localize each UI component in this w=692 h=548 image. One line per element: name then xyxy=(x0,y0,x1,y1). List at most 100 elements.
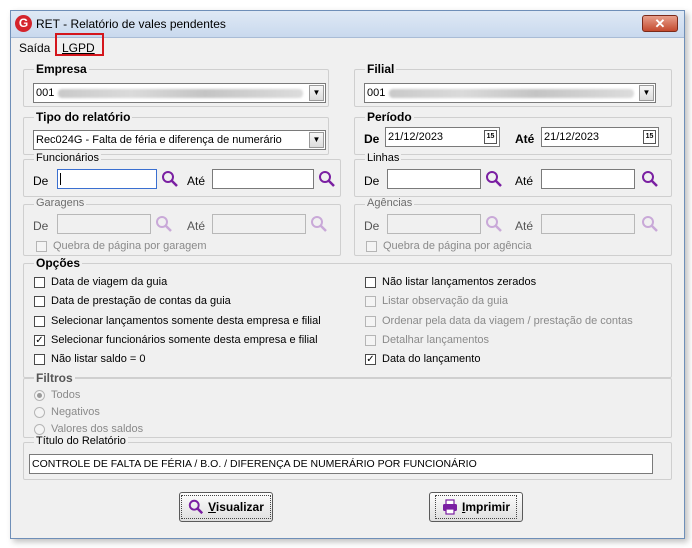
filtro-negativos-label: Negativos xyxy=(51,406,100,418)
filial-label: Filial xyxy=(365,62,397,76)
linhas-ate-input[interactable] xyxy=(541,169,635,189)
calendar-icon[interactable]: 15 xyxy=(643,130,656,144)
opcoes-label: Opções xyxy=(34,256,83,270)
garagens-de-input[interactable] xyxy=(57,214,151,234)
filtro-valores-radio[interactable] xyxy=(34,424,45,435)
tipo-relatorio-select[interactable]: Rec024G - Falta de féria e diferença de … xyxy=(33,130,326,150)
search-icon xyxy=(156,216,172,232)
agencias-label: Agências xyxy=(365,197,415,209)
visualizar-button[interactable]: Visualizar xyxy=(179,492,273,522)
search-icon xyxy=(311,216,327,232)
opcao-data-viagem-checkbox[interactable] xyxy=(34,277,45,288)
opcao-listar-obs-checkbox[interactable] xyxy=(365,296,376,307)
opcao-data-prestacao-label: Data de prestação de contas da guia xyxy=(51,295,231,307)
filial-code: 001 xyxy=(367,87,386,99)
menu-item-saida[interactable]: Saída xyxy=(19,41,50,55)
opcoes-group: Opções Data de viagem da guia Data de pr… xyxy=(23,256,672,378)
opcao-detalhar-checkbox[interactable] xyxy=(365,335,376,346)
funcionarios-ate-input[interactable] xyxy=(212,169,314,189)
opcao-data-viagem-label: Data de viagem da guia xyxy=(51,276,168,288)
tipo-relatorio-value: Rec024G - Falta de féria e diferença de … xyxy=(36,134,282,146)
search-icon xyxy=(642,216,658,232)
report-window: G RET - Relatório de vales pendentes ✕ S… xyxy=(10,10,685,539)
funcionarios-group: Funcionários De Até xyxy=(23,152,341,197)
periodo-de-label: De xyxy=(364,132,380,146)
garagens-label: Garagens xyxy=(34,197,87,209)
periodo-label: Período xyxy=(365,110,414,124)
filtro-todos-radio[interactable] xyxy=(34,390,45,401)
empresa-select[interactable]: 001 ▼ xyxy=(33,83,326,103)
opcao-nao-listar-saldo-checkbox[interactable] xyxy=(34,354,45,365)
garagens-ate-input[interactable] xyxy=(212,214,306,234)
periodo-ate-input[interactable]: 21/12/2023 15 xyxy=(541,127,659,147)
opcao-nao-listar-zerados-checkbox[interactable] xyxy=(365,277,376,288)
funcionarios-label: Funcionários xyxy=(34,152,101,164)
periodo-de-input[interactable]: 21/12/2023 15 xyxy=(385,127,500,147)
search-icon[interactable] xyxy=(161,170,179,188)
filial-name-redacted xyxy=(389,88,635,98)
opcao-data-lancamento-checkbox[interactable]: ✓ xyxy=(365,354,376,365)
titulo-group: Título do Relatório CONTROLE DE FALTA DE… xyxy=(23,435,672,480)
filial-group: Filial 001 ▼ xyxy=(354,62,672,107)
opcao-sel-funcionarios-checkbox[interactable]: ✓ xyxy=(34,335,45,346)
close-button[interactable]: ✕ xyxy=(642,15,678,32)
periodo-de-value: 21/12/2023 xyxy=(388,131,444,143)
chevron-down-icon[interactable]: ▼ xyxy=(309,132,324,148)
titulo-input[interactable]: CONTROLE DE FALTA DE FÉRIA / B.O. / DIFE… xyxy=(29,454,653,474)
funcionarios-de-input[interactable] xyxy=(57,169,157,189)
filtro-negativos-radio[interactable] xyxy=(34,407,45,418)
printer-icon xyxy=(442,499,457,515)
opcao-data-lancamento-label: Data do lançamento xyxy=(382,353,481,365)
opcao-sel-lancamentos-checkbox[interactable] xyxy=(34,316,45,327)
quebra-garagem-label: Quebra de página por garagem xyxy=(53,240,207,252)
filtros-label: Filtros xyxy=(34,371,75,385)
chevron-down-icon[interactable]: ▼ xyxy=(639,85,654,101)
chevron-down-icon[interactable]: ▼ xyxy=(309,85,324,101)
agencias-ate-input[interactable] xyxy=(541,214,635,234)
visualizar-label: Visualizar xyxy=(208,500,264,514)
search-icon[interactable] xyxy=(318,170,336,188)
imprimir-button[interactable]: Imprimir xyxy=(429,492,523,522)
linhas-ate-label: Até xyxy=(515,174,534,188)
periodo-ate-label: Até xyxy=(515,132,535,146)
search-icon[interactable] xyxy=(641,170,659,188)
tipo-relatorio-label: Tipo do relatório xyxy=(34,110,133,124)
empresa-code: 001 xyxy=(36,87,55,99)
opcao-ordenar-checkbox[interactable] xyxy=(365,316,376,327)
funcionarios-de-label: De xyxy=(33,174,49,188)
imprimir-label: Imprimir xyxy=(461,500,511,514)
filtros-group: Filtros Todos Negativos Valores dos sald… xyxy=(23,371,672,438)
filtro-valores-label: Valores dos saldos xyxy=(51,423,144,435)
opcao-detalhar-label: Detalhar lançamentos xyxy=(382,334,490,346)
quebra-garagem-checkbox[interactable] xyxy=(36,241,47,252)
titulo-value: CONTROLE DE FALTA DE FÉRIA / B.O. / DIFE… xyxy=(32,458,477,470)
linhas-de-input[interactable] xyxy=(387,169,481,189)
filtro-todos-label: Todos xyxy=(51,389,81,401)
agencias-de-input[interactable] xyxy=(387,214,481,234)
linhas-group: Linhas De Até xyxy=(354,152,672,197)
opcao-nao-listar-zerados-label: Não listar lançamentos zerados xyxy=(382,276,537,288)
garagens-de-label: De xyxy=(33,219,49,233)
periodo-group: Período De 21/12/2023 15 Até 21/12/2023 … xyxy=(354,110,672,155)
garagens-group: Garagens De Até Quebra de página por gar… xyxy=(23,197,341,256)
opcao-sel-lancamentos-label: Selecionar lançamentos somente desta emp… xyxy=(51,315,321,327)
agencias-group: Agências De Até Quebra de página por agê… xyxy=(354,197,672,256)
quebra-agencia-checkbox[interactable] xyxy=(366,241,377,252)
filial-select[interactable]: 001 ▼ xyxy=(364,83,656,103)
title-bar: G RET - Relatório de vales pendentes ✕ xyxy=(11,11,684,38)
opcao-sel-funcionarios-label: Selecionar funcionários somente desta em… xyxy=(51,334,318,346)
opcao-nao-listar-saldo-label: Não listar saldo = 0 xyxy=(51,353,146,365)
search-icon[interactable] xyxy=(485,170,503,188)
menu-item-saida-label: Saída xyxy=(19,41,51,55)
lgpd-highlight-box xyxy=(55,33,104,56)
funcionarios-ate-label: Até xyxy=(187,174,206,188)
search-icon xyxy=(188,499,204,515)
search-icon xyxy=(486,216,502,232)
calendar-icon[interactable]: 15 xyxy=(484,130,497,144)
opcao-data-prestacao-checkbox[interactable] xyxy=(34,296,45,307)
opcao-ordenar-label: Ordenar pela data da viagem / prestação … xyxy=(382,315,633,327)
garagens-ate-label: Até xyxy=(187,219,206,233)
quebra-agencia-label: Quebra de página por agência xyxy=(383,240,532,252)
empresa-label: Empresa xyxy=(34,62,89,76)
menu-bar: Saída LGPD xyxy=(11,38,684,57)
